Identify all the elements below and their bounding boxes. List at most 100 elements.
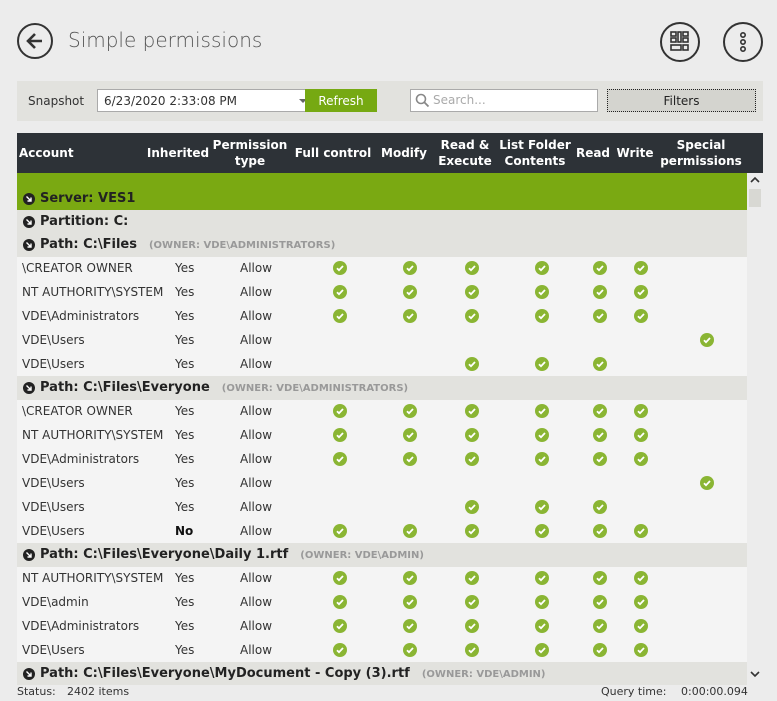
collapse-group-icon[interactable] bbox=[23, 549, 35, 561]
check-icon bbox=[403, 524, 417, 538]
column-header-full-control[interactable]: Full control bbox=[293, 133, 373, 173]
scroll-thumb[interactable] bbox=[749, 189, 761, 207]
group-row-path[interactable]: Path: C:\Files\Everyone\MyDocument - Cop… bbox=[17, 662, 747, 685]
check-icon bbox=[634, 309, 648, 323]
check-icon bbox=[535, 643, 549, 657]
filters-button[interactable]: Filters bbox=[607, 89, 756, 112]
check-icon bbox=[333, 309, 347, 323]
account-cell: VDE\admin bbox=[22, 595, 89, 609]
collapse-group-icon[interactable] bbox=[23, 193, 35, 205]
table-row[interactable]: VDE\admin Yes Allow bbox=[17, 590, 747, 614]
group-label: Path: C:\Files\Everyone\Daily 1.rtf (OWNE… bbox=[40, 547, 424, 562]
table-row[interactable]: VDE\Administrators Yes Allow bbox=[17, 447, 747, 471]
group-row-path[interactable]: Path: C:\Files (OWNER: VDE\ADMINISTRATORS… bbox=[17, 233, 747, 257]
group-row-path[interactable]: Path: C:\Files\Everyone\Daily 1.rtf (OWNE… bbox=[17, 543, 747, 567]
account-cell: VDE\Users bbox=[22, 333, 85, 347]
account-cell: VDE\Administrators bbox=[22, 309, 140, 323]
inherited-cell: Yes bbox=[175, 643, 195, 657]
permission-type-cell: Allow bbox=[240, 524, 273, 538]
scroll-up-icon[interactable] bbox=[750, 176, 760, 184]
check-icon bbox=[535, 571, 549, 585]
table-row[interactable]: VDE\Users Yes Allow bbox=[17, 352, 747, 376]
check-icon bbox=[333, 285, 347, 299]
permission-type-cell: Allow bbox=[240, 571, 273, 585]
check-icon bbox=[465, 619, 479, 633]
table-body: Server: VES1 Partition: C: Path: C:\Files(… bbox=[17, 173, 747, 685]
check-icon bbox=[593, 357, 607, 371]
check-icon bbox=[403, 261, 417, 275]
scroll-down-icon[interactable] bbox=[750, 670, 760, 678]
search-input[interactable]: Search... bbox=[410, 89, 598, 112]
owner-label: (OWNER: VDE\ADMIN) bbox=[421, 669, 546, 680]
check-icon bbox=[634, 428, 648, 442]
permission-type-cell: Allow bbox=[240, 333, 273, 347]
collapse-group-icon[interactable] bbox=[23, 216, 35, 228]
check-icon bbox=[333, 571, 347, 585]
check-icon bbox=[333, 619, 347, 633]
layout-button[interactable] bbox=[660, 22, 700, 62]
check-icon bbox=[403, 571, 417, 585]
column-header-account[interactable]: Account bbox=[19, 133, 99, 173]
table-row[interactable]: \CREATOR OWNER Yes Allow bbox=[17, 256, 747, 280]
column-header-read-execute[interactable]: Read & Execute bbox=[435, 133, 495, 173]
table-row[interactable]: VDE\Administrators Yes Allow bbox=[17, 614, 747, 638]
account-cell: \CREATOR OWNER bbox=[22, 404, 133, 418]
table-row[interactable]: VDE\Users Yes Allow bbox=[17, 328, 747, 352]
inherited-cell: Yes bbox=[175, 619, 195, 633]
permission-type-cell: Allow bbox=[240, 500, 273, 514]
check-icon bbox=[593, 261, 607, 275]
permission-type-cell: Allow bbox=[240, 595, 273, 609]
snapshot-select[interactable]: 6/23/2020 2:33:08 PM bbox=[97, 89, 313, 112]
inherited-cell: Yes bbox=[175, 452, 195, 466]
account-cell: VDE\Administrators bbox=[22, 619, 140, 633]
table-row[interactable]: VDE\Users Yes Allow bbox=[17, 495, 747, 519]
table-row[interactable]: VDE\Users No Allow bbox=[17, 519, 747, 543]
column-header-permission-type[interactable]: Permission type bbox=[213, 133, 288, 173]
permission-type-cell: Allow bbox=[240, 261, 273, 275]
table-row[interactable]: NT AUTHORITY\SYSTEM Yes Allow bbox=[17, 566, 747, 590]
group-row-server[interactable]: Server: VES1 bbox=[17, 173, 747, 210]
check-icon bbox=[333, 643, 347, 657]
group-label: Path: C:\Files\Everyone\MyDocument - Cop… bbox=[40, 666, 546, 681]
check-icon bbox=[403, 309, 417, 323]
back-button[interactable] bbox=[17, 23, 53, 59]
group-row-path[interactable]: Path: C:\Files\Everyone (OWNER: VDE\ADMIN… bbox=[17, 376, 747, 400]
collapse-group-icon[interactable] bbox=[23, 668, 35, 680]
column-header-modify[interactable]: Modify bbox=[377, 133, 431, 173]
collapse-group-icon[interactable] bbox=[23, 382, 35, 394]
column-header-read[interactable]: Read bbox=[575, 133, 611, 173]
inherited-cell: Yes bbox=[175, 571, 195, 585]
refresh-button[interactable]: Refresh bbox=[305, 89, 377, 112]
table-row[interactable]: NT AUTHORITY\SYSTEM Yes Allow bbox=[17, 280, 747, 304]
column-header-special-permissions[interactable]: Special permissions bbox=[660, 133, 742, 173]
table-row[interactable]: NT AUTHORITY\SYSTEM Yes Allow bbox=[17, 423, 747, 447]
check-icon bbox=[634, 619, 648, 633]
inherited-cell: Yes bbox=[175, 285, 195, 299]
column-header-write[interactable]: Write bbox=[613, 133, 657, 173]
account-cell: VDE\Users bbox=[22, 357, 85, 371]
check-icon bbox=[593, 500, 607, 514]
check-icon bbox=[593, 595, 607, 609]
check-icon bbox=[465, 428, 479, 442]
permission-type-cell: Allow bbox=[240, 428, 273, 442]
table-row[interactable]: VDE\Users Yes Allow bbox=[17, 471, 747, 495]
column-header-list-folder-contents[interactable]: List Folder Contents bbox=[499, 133, 571, 173]
check-icon bbox=[535, 285, 549, 299]
vertical-scrollbar[interactable] bbox=[747, 173, 763, 685]
check-icon bbox=[465, 571, 479, 585]
table-row[interactable]: \CREATOR OWNER Yes Allow bbox=[17, 399, 747, 423]
check-icon bbox=[535, 428, 549, 442]
collapse-group-icon[interactable] bbox=[23, 239, 35, 251]
column-header-inherited[interactable]: Inherited bbox=[147, 133, 209, 173]
check-icon bbox=[403, 285, 417, 299]
check-icon bbox=[465, 595, 479, 609]
check-icon bbox=[465, 285, 479, 299]
table-row[interactable]: VDE\Administrators Yes Allow bbox=[17, 304, 747, 328]
check-icon bbox=[593, 619, 607, 633]
group-row-partition[interactable]: Partition: C: bbox=[17, 210, 747, 234]
table-row[interactable]: VDE\Users Yes Allow bbox=[17, 638, 747, 662]
check-icon bbox=[634, 643, 648, 657]
check-icon bbox=[634, 524, 648, 538]
check-icon bbox=[333, 524, 347, 538]
more-menu-button[interactable] bbox=[723, 22, 763, 62]
